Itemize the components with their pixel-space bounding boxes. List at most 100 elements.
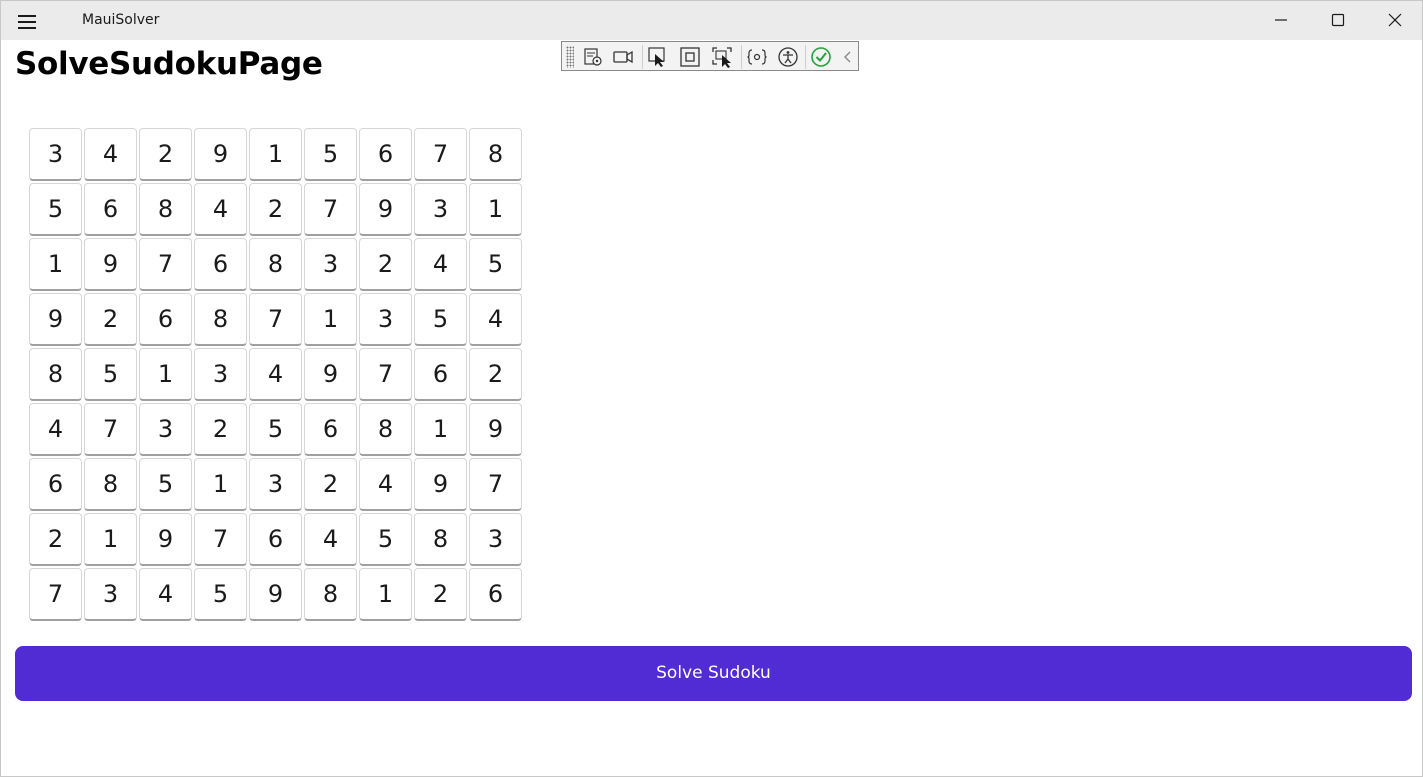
sudoku-cell[interactable]: 7 <box>304 183 357 236</box>
hot-reload-status-button[interactable] <box>808 44 834 70</box>
sudoku-cell[interactable]: 9 <box>359 183 412 236</box>
sudoku-cell[interactable]: 2 <box>84 293 137 346</box>
sudoku-cell[interactable]: 4 <box>249 348 302 401</box>
sudoku-cell[interactable]: 7 <box>414 128 467 181</box>
toolbar-grip-icon[interactable] <box>566 46 574 68</box>
sudoku-cell[interactable]: 1 <box>29 238 82 291</box>
sudoku-cell[interactable]: 5 <box>359 513 412 566</box>
sudoku-cell[interactable]: 4 <box>414 238 467 291</box>
sudoku-cell[interactable]: 4 <box>194 183 247 236</box>
select-element-icon <box>648 47 665 67</box>
sudoku-cell[interactable]: 2 <box>194 403 247 456</box>
sudoku-cell[interactable]: 8 <box>469 128 522 181</box>
sudoku-cell[interactable]: 7 <box>139 238 192 291</box>
sudoku-cell[interactable]: 2 <box>249 183 302 236</box>
binding-failures-button[interactable] <box>744 44 770 70</box>
select-element-button[interactable] <box>645 44 671 70</box>
sudoku-cell[interactable]: 1 <box>304 293 357 346</box>
sudoku-cell[interactable]: 4 <box>469 293 522 346</box>
solve-sudoku-button[interactable]: Solve Sudoku <box>15 646 1412 701</box>
title-bar: MauiSolver <box>1 1 1422 40</box>
sudoku-cell[interactable]: 1 <box>139 348 192 401</box>
sudoku-cell[interactable]: 9 <box>249 568 302 621</box>
sudoku-cell[interactable]: 7 <box>194 513 247 566</box>
collapse-toolbar-button[interactable] <box>838 44 858 70</box>
sudoku-cell[interactable]: 4 <box>359 458 412 511</box>
sudoku-cell[interactable]: 6 <box>84 183 137 236</box>
sudoku-cell[interactable]: 1 <box>359 568 412 621</box>
sudoku-cell[interactable]: 6 <box>249 513 302 566</box>
sudoku-cell[interactable]: 1 <box>194 458 247 511</box>
sudoku-cell[interactable]: 2 <box>359 238 412 291</box>
sudoku-cell[interactable]: 3 <box>84 568 137 621</box>
minimize-button[interactable] <box>1253 1 1309 40</box>
sudoku-cell[interactable]: 9 <box>194 128 247 181</box>
sudoku-cell[interactable]: 6 <box>304 403 357 456</box>
sudoku-cell[interactable]: 3 <box>249 458 302 511</box>
sudoku-cell[interactable]: 8 <box>249 238 302 291</box>
sudoku-cell[interactable]: 5 <box>469 238 522 291</box>
sudoku-cell[interactable]: 5 <box>414 293 467 346</box>
sudoku-cell[interactable]: 8 <box>194 293 247 346</box>
sudoku-cell[interactable]: 3 <box>139 403 192 456</box>
sudoku-cell[interactable]: 1 <box>469 183 522 236</box>
sudoku-cell[interactable]: 2 <box>139 128 192 181</box>
sudoku-cell[interactable]: 2 <box>469 348 522 401</box>
sudoku-cell[interactable]: 1 <box>414 403 467 456</box>
sudoku-cell[interactable]: 6 <box>469 568 522 621</box>
sudoku-cell[interactable]: 5 <box>29 183 82 236</box>
hamburger-menu-icon[interactable] <box>13 10 41 32</box>
sudoku-cell[interactable]: 7 <box>359 348 412 401</box>
sudoku-cell[interactable]: 9 <box>304 348 357 401</box>
sudoku-cell[interactable]: 2 <box>29 513 82 566</box>
sudoku-cell[interactable]: 9 <box>84 238 137 291</box>
sudoku-cell[interactable]: 8 <box>139 183 192 236</box>
sudoku-cell[interactable]: 8 <box>414 513 467 566</box>
accessibility-checker-icon <box>778 47 798 67</box>
sudoku-cell[interactable]: 6 <box>414 348 467 401</box>
sudoku-cell[interactable]: 1 <box>249 128 302 181</box>
sudoku-cell[interactable]: 5 <box>139 458 192 511</box>
record-button[interactable] <box>610 44 636 70</box>
track-focused-element-button[interactable] <box>709 44 735 70</box>
go-to-live-visual-tree-button[interactable] <box>580 44 606 70</box>
sudoku-cell[interactable]: 2 <box>414 568 467 621</box>
sudoku-cell[interactable]: 3 <box>359 293 412 346</box>
sudoku-cell[interactable]: 7 <box>84 403 137 456</box>
sudoku-cell[interactable]: 6 <box>139 293 192 346</box>
sudoku-cell[interactable]: 9 <box>469 403 522 456</box>
sudoku-cell[interactable]: 3 <box>304 238 357 291</box>
sudoku-cell[interactable]: 7 <box>249 293 302 346</box>
sudoku-cell[interactable]: 8 <box>359 403 412 456</box>
maximize-button[interactable] <box>1310 1 1366 40</box>
sudoku-cell[interactable]: 3 <box>469 513 522 566</box>
sudoku-cell[interactable]: 4 <box>29 403 82 456</box>
sudoku-cell[interactable]: 8 <box>84 458 137 511</box>
sudoku-cell[interactable]: 3 <box>414 183 467 236</box>
display-layout-adorners-button[interactable] <box>677 44 703 70</box>
sudoku-cell[interactable]: 5 <box>84 348 137 401</box>
sudoku-cell[interactable]: 5 <box>304 128 357 181</box>
sudoku-cell[interactable]: 7 <box>29 568 82 621</box>
accessibility-checker-button[interactable] <box>775 44 801 70</box>
sudoku-cell[interactable]: 4 <box>139 568 192 621</box>
close-button[interactable] <box>1367 1 1423 40</box>
sudoku-cell[interactable]: 1 <box>84 513 137 566</box>
sudoku-cell[interactable]: 8 <box>29 348 82 401</box>
sudoku-cell[interactable]: 5 <box>249 403 302 456</box>
sudoku-cell[interactable]: 2 <box>304 458 357 511</box>
sudoku-cell[interactable]: 5 <box>194 568 247 621</box>
sudoku-cell[interactable]: 9 <box>29 293 82 346</box>
sudoku-cell[interactable]: 7 <box>469 458 522 511</box>
sudoku-cell[interactable]: 4 <box>304 513 357 566</box>
sudoku-cell[interactable]: 6 <box>194 238 247 291</box>
sudoku-cell[interactable]: 4 <box>84 128 137 181</box>
sudoku-cell[interactable]: 3 <box>194 348 247 401</box>
sudoku-cell[interactable]: 8 <box>304 568 357 621</box>
sudoku-cell[interactable]: 9 <box>139 513 192 566</box>
sudoku-cell[interactable]: 9 <box>414 458 467 511</box>
page-title: SolveSudokuPage <box>15 46 323 82</box>
sudoku-cell[interactable]: 3 <box>29 128 82 181</box>
sudoku-cell[interactable]: 6 <box>359 128 412 181</box>
sudoku-cell[interactable]: 6 <box>29 458 82 511</box>
